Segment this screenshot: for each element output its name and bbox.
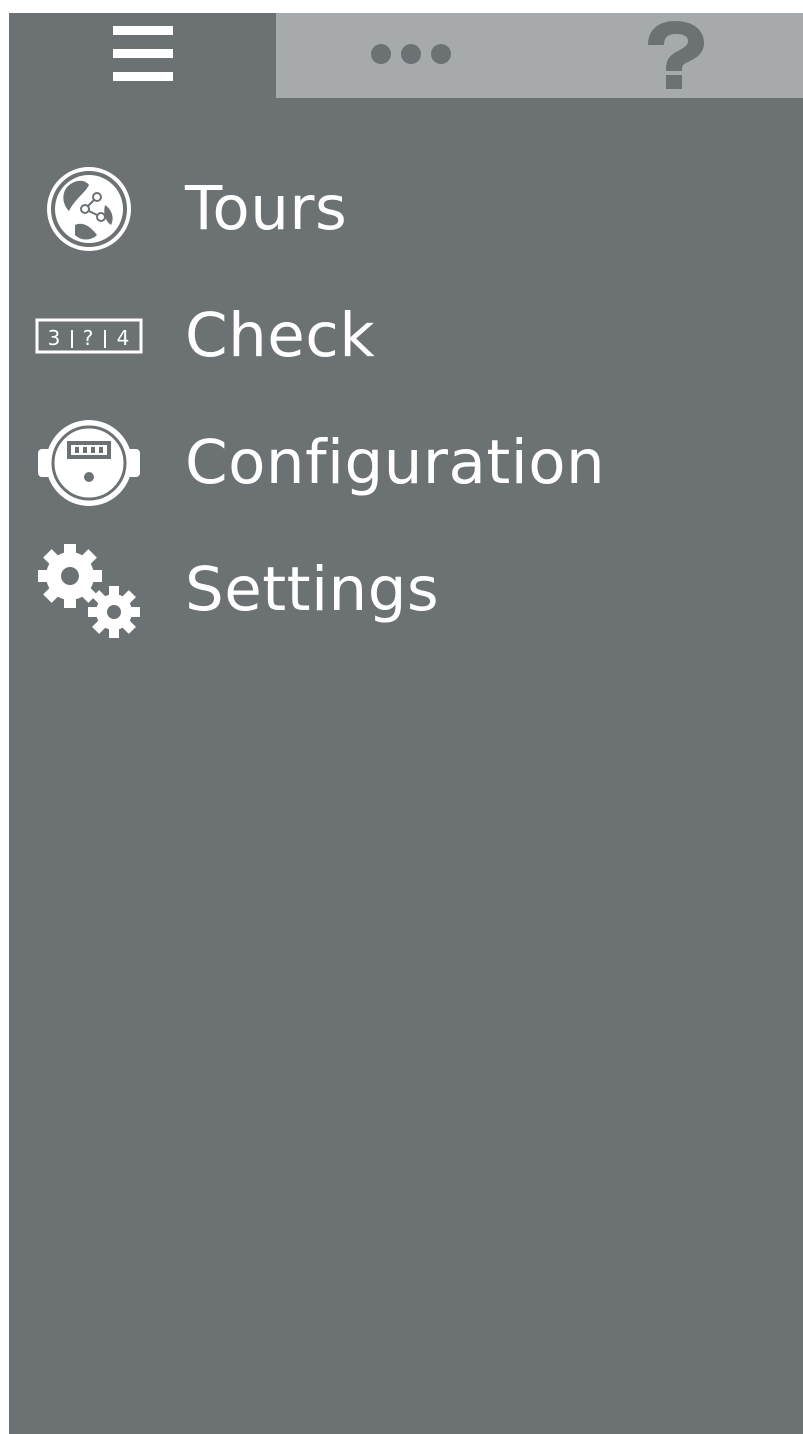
main-menu: Tours 3 ? 4 Check Configuration Settings [9,145,803,653]
menu-item-configuration[interactable]: Configuration [9,399,803,526]
tab-menu[interactable] [9,13,276,98]
hamburger-menu-icon [111,22,175,90]
svg-text:?: ? [83,326,94,350]
svg-text:4: 4 [117,326,130,350]
menu-item-label: Tours [185,173,348,244]
gears-icon [33,540,145,640]
menu-item-settings[interactable]: Settings [9,526,803,653]
meter-device-icon [33,413,145,513]
tab-more[interactable] [276,13,546,98]
tours-globe-icon [33,159,145,259]
menu-item-label: Configuration [185,427,606,498]
menu-item-label: Check [185,300,376,371]
svg-text:3: 3 [48,326,61,350]
side-menu-panel: Tours 3 ? 4 Check Configuration Settings [9,13,803,1434]
menu-item-tours[interactable]: Tours [9,145,803,272]
more-dots-icon [369,42,453,70]
check-counter-icon: 3 ? 4 [33,286,145,386]
question-mark-icon [640,19,710,93]
tab-help[interactable] [546,13,803,98]
menu-item-label: Settings [185,554,440,625]
tab-bar [9,13,803,98]
menu-item-check[interactable]: 3 ? 4 Check [9,272,803,399]
